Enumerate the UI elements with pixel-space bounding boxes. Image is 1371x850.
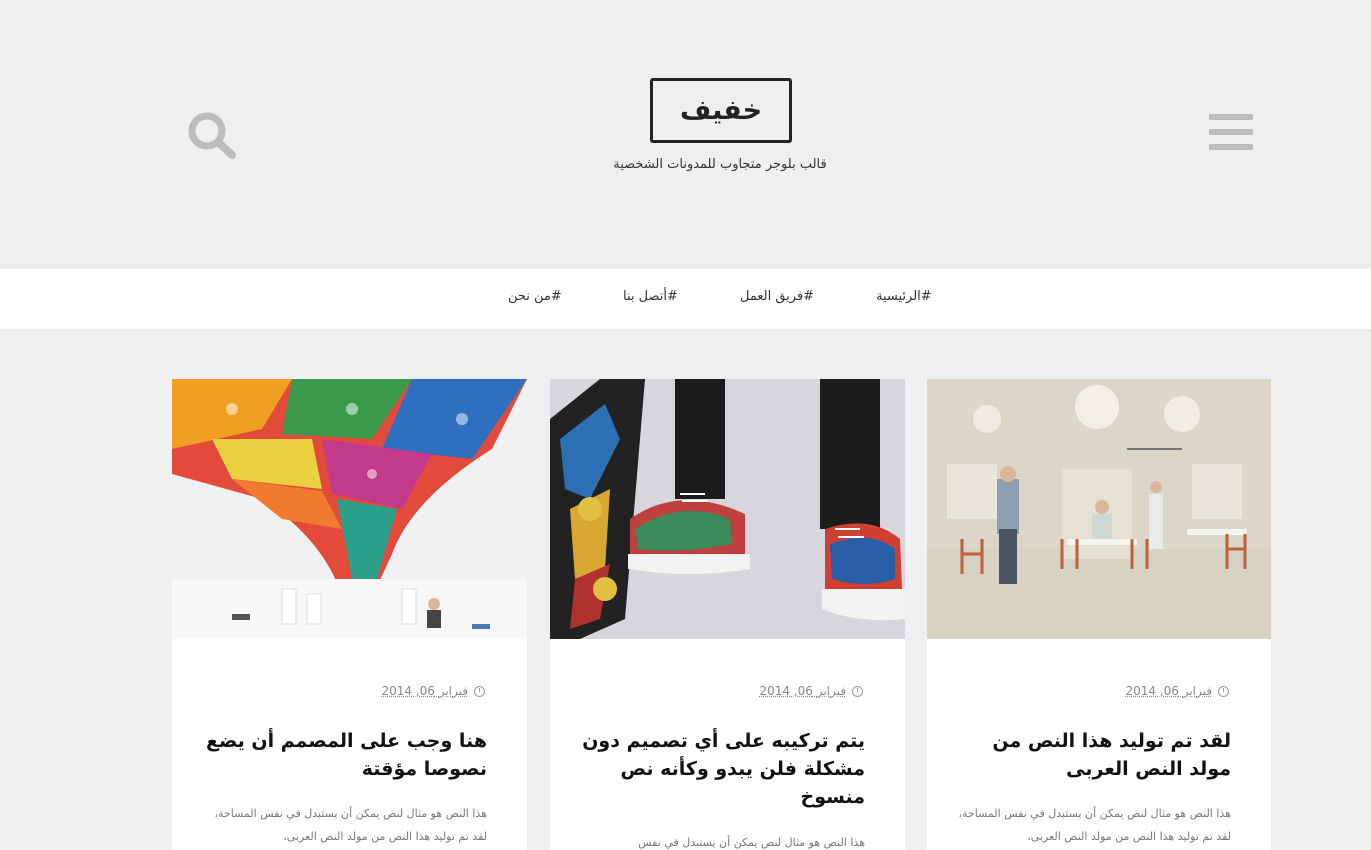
post-excerpt: هذا النص هو مثال لنص يمكن أن يستبدل في ن… [958,807,1231,843]
clock-icon [1218,685,1229,697]
post-card: فبراير 06, 2014 هنا وجب على المصمم أن يض… [172,379,527,850]
nav-item-home[interactable]: #الرئيسية [876,289,932,304]
nav-item-contact[interactable]: #أتصل بنا [623,289,678,304]
post-date-text[interactable]: فبراير 06, 2014 [381,684,468,698]
post-thumbnail[interactable] [550,379,905,639]
site-logo[interactable]: خفيف [650,78,792,143]
nav-item-about[interactable]: #من نحن [508,289,562,304]
post-title[interactable]: هنا وجب على المصمم أن يضع نصوصا مؤقتة [202,727,487,783]
post-thumbnail[interactable] [927,379,1271,639]
post-date-text[interactable]: فبراير 06, 2014 [1125,684,1212,698]
clock-icon [852,685,863,697]
post-excerpt: هذا النص هو مثال لنص يمكن أن يستبدل في ن… [638,836,865,849]
clock-icon [474,685,485,697]
post-excerpt: هذا النص هو مثال لنص يمكن أن يستبدل في ن… [214,807,487,843]
post-date: فبراير 06, 2014 [1125,684,1229,698]
post-date: فبراير 06, 2014 [381,684,485,698]
post-title[interactable]: يتم تركيبه على أي تصميم دون مشكلة فلن يب… [580,727,865,811]
nav-item-team[interactable]: #فريق العمل [740,289,814,304]
hamburger-menu-icon[interactable] [1209,114,1253,152]
post-card: فبراير 06, 2014 يتم تركيبه على أي تصميم … [550,379,905,850]
search-icon[interactable] [186,111,238,161]
post-card: فبراير 06, 2014 لقد تم توليد هذا النص من… [927,379,1271,850]
post-date-text[interactable]: فبراير 06, 2014 [759,684,846,698]
site-header: خفيف قالب بلوجر متجاوب للمدونات الشخصية [0,0,1371,269]
site-tagline: قالب بلوجر متجاوب للمدونات الشخصية [613,157,827,172]
main-nav: #الرئيسية #فريق العمل #أتصل بنا #من نحن [0,269,1371,329]
post-date: فبراير 06, 2014 [759,684,863,698]
post-thumbnail[interactable] [172,379,527,639]
post-title[interactable]: لقد تم توليد هذا النص من مولد النص العرب… [957,727,1231,783]
